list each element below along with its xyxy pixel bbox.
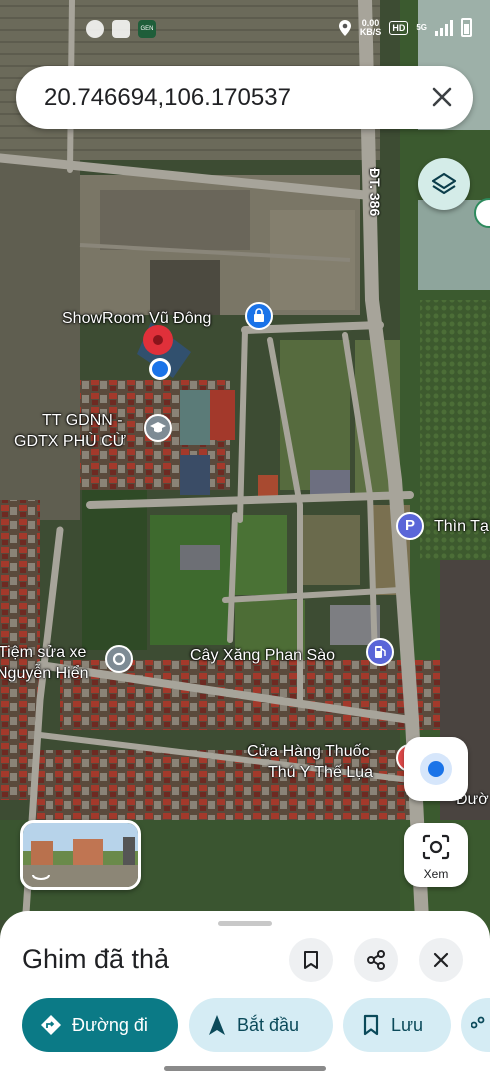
bottom-sheet[interactable]: Ghim đã thả Đường đi Bắt đầu Lưu: [0, 911, 490, 1080]
share-icon: [367, 950, 385, 970]
place-label-vet-line2[interactable]: Thú Y Thế Lụa: [268, 763, 373, 782]
hd-badge: HD: [389, 20, 409, 35]
save-chip-button[interactable]: Lưu: [343, 998, 451, 1052]
shopping-bag-icon[interactable]: [245, 302, 273, 330]
layers-icon: [431, 172, 457, 195]
start-button[interactable]: Bắt đầu: [189, 998, 333, 1052]
network-type: 5G: [416, 23, 427, 32]
parking-glyph: P: [404, 517, 415, 534]
lens-button[interactable]: Xem: [404, 823, 468, 887]
lens-label: Xem: [423, 867, 449, 881]
gas-station-icon[interactable]: [366, 638, 394, 666]
share-chip-button[interactable]: [461, 998, 490, 1052]
place-label-school-line1[interactable]: TT GDNN -: [42, 411, 123, 430]
camera-scan-icon: [422, 834, 450, 860]
battery-icon: [461, 18, 472, 37]
navigation-arrow-icon: [209, 1015, 225, 1035]
directions-label: Đường đi: [72, 1014, 148, 1035]
sheet-drag-handle[interactable]: [218, 921, 272, 926]
network-speed-unit: KB/S: [359, 26, 382, 37]
messenger-icon: [86, 20, 104, 38]
place-label-showroom[interactable]: ShowRoom Vũ Đông: [62, 309, 211, 328]
place-label-thin-ta[interactable]: Thìn Tạ: [434, 517, 489, 536]
app-notification-icon: GEN: [138, 20, 156, 38]
close-icon[interactable]: [427, 82, 457, 112]
close-sheet-button[interactable]: [419, 938, 463, 982]
start-label: Bắt đầu: [237, 1014, 300, 1035]
signal-strength-icon: [435, 19, 453, 36]
place-label-repair-line2[interactable]: Nguyễn Hiển: [0, 664, 89, 683]
place-label-repair-line1[interactable]: Tiệm sửa xe: [0, 643, 86, 662]
bookmark-icon: [363, 1014, 379, 1036]
status-bar: GEN 0.00 KB/S HD 5G: [0, 0, 490, 58]
parking-icon[interactable]: P: [396, 512, 424, 540]
graduation-cap-icon[interactable]: [144, 414, 172, 442]
place-label-school-line2[interactable]: GDTX PHÙ CỪ: [14, 432, 126, 451]
search-query[interactable]: 20.746694,106.170537: [44, 66, 291, 129]
road-label: ĐT. 386: [367, 168, 383, 217]
street-view-image: [23, 823, 138, 887]
gamepad-icon: [112, 20, 130, 38]
dropped-pin[interactable]: [133, 318, 193, 388]
notification-icons: GEN: [86, 20, 156, 38]
save-button[interactable]: [289, 938, 333, 982]
share-button[interactable]: [354, 938, 398, 982]
map-pin-icon[interactable]: [105, 645, 133, 673]
sheet-title: Ghim đã thả: [22, 944, 170, 974]
my-location-button[interactable]: [404, 737, 468, 801]
network-speed: 0.00 KB/S: [359, 18, 382, 37]
directions-button[interactable]: Đường đi: [22, 998, 178, 1052]
system-icons: 0.00 KB/S HD 5G: [338, 18, 472, 37]
save-label: Lưu: [391, 1014, 424, 1035]
share-icon: [471, 1016, 485, 1029]
action-chips: Đường đi Bắt đầu Lưu: [0, 998, 490, 1052]
search-box[interactable]: 20.746694,106.170537: [16, 66, 473, 129]
directions-icon: [41, 1015, 61, 1035]
place-label-gas-station[interactable]: Cây Xăng Phan Sào: [190, 646, 335, 665]
street-view-thumbnail[interactable]: [20, 820, 141, 890]
close-icon: [433, 952, 449, 968]
gesture-bar[interactable]: [164, 1066, 326, 1071]
place-label-vet-line1[interactable]: Cửa Hàng Thuốc: [247, 742, 369, 761]
layers-button[interactable]: [418, 158, 470, 210]
my-location-icon: [428, 761, 444, 777]
location-icon: [338, 19, 351, 36]
bookmark-icon: [304, 951, 318, 969]
